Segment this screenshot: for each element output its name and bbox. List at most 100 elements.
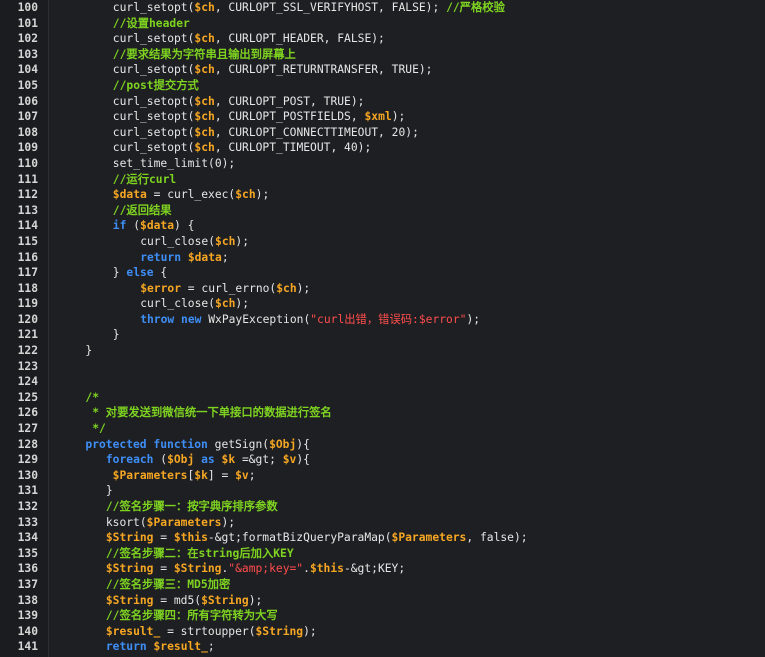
code-line[interactable]: 103 //要求结果为字符串且输出到屏幕上 — [0, 47, 765, 63]
code-token: } — [92, 484, 113, 498]
code-token: //签名步骤三：MD5加密 — [105, 577, 231, 591]
line-number: 124 — [17, 375, 38, 389]
code-line[interactable]: 105 //post提交方式 — [0, 78, 765, 94]
code-line[interactable]: 104 curl_setopt($ch, CURLOPT_RETURNTRANSF… — [0, 62, 765, 78]
code-line[interactable]: 100 curl_setopt($ch, CURLOPT_SSL_VERIFYHO… — [0, 0, 765, 16]
code-token: = strtoupper( — [160, 624, 256, 638]
code-line[interactable]: 110 set_time_limit(0); — [0, 156, 765, 172]
code-text: curl_close($ch); — [140, 296, 249, 312]
code-token: ); — [235, 234, 250, 248]
code-token: $String — [105, 593, 154, 607]
code-line[interactable]: 124 — [0, 374, 765, 390]
code-token: return — [140, 250, 181, 264]
code-line[interactable]: 140 $result_ = strtoupper($String); — [0, 624, 765, 640]
code-line[interactable]: 130 $Parameters[$k] = $v; — [0, 468, 765, 484]
code-line[interactable]: 120 throw new WxPayException("curl出错，错误码:… — [0, 312, 765, 328]
code-text: curl_setopt($ch, CURLOPT_TIMEOUT, 40); — [113, 140, 371, 156]
code-line[interactable]: 117} else { — [0, 265, 765, 281]
code-line[interactable]: 123 — [0, 359, 765, 375]
code-token: */ — [85, 422, 106, 436]
code-line[interactable]: 126 * 对要发送到微信统一下单接口的数据进行签名 — [0, 405, 765, 421]
code-text: curl_setopt($ch, CURLOPT_POST, TRUE); — [113, 94, 365, 110]
code-text: return $data; — [140, 250, 228, 266]
code-token: ); — [296, 281, 311, 295]
code-line[interactable]: 106 curl_setopt($ch, CURLOPT_POST, TRUE); — [0, 94, 765, 110]
code-area[interactable]: 100 curl_setopt($ch, CURLOPT_SSL_VERIFYHO… — [0, 0, 765, 655]
line-number: 125 — [17, 390, 38, 404]
code-token: $Parameters — [146, 515, 222, 529]
code-text: //设置header — [113, 16, 190, 32]
code-line[interactable]: 111 //运行curl — [0, 172, 765, 188]
code-line[interactable]: 128 protected function getSign($Obj){ — [0, 437, 765, 453]
code-token: $String — [105, 562, 154, 576]
line-number: 123 — [17, 359, 38, 373]
code-text: curl_close($ch); — [140, 234, 249, 250]
code-line[interactable]: 138 $String = md5($String); — [0, 593, 765, 609]
code-line[interactable]: 132 //签名步骤一：按字典序排序参数 — [0, 499, 765, 515]
code-line[interactable]: 135 //签名步骤二：在string后加入KEY — [0, 546, 765, 562]
code-line[interactable]: 134 $String = $this-&gt;formatBizQueryPa… — [0, 530, 765, 546]
code-line[interactable]: 101 //设置header — [0, 16, 765, 32]
code-text: $error = curl_errno($ch); — [140, 281, 310, 297]
line-number: 113 — [17, 203, 38, 217]
code-line[interactable]: 129 foreach ($Obj as $k =&gt; $v){ — [0, 452, 765, 468]
code-line[interactable]: 102 curl_setopt($ch, CURLOPT_HEADER, FALS… — [0, 31, 765, 47]
code-token: $ch — [194, 94, 215, 108]
code-line[interactable]: 107 curl_setopt($ch, CURLOPT_POSTFIELDS, … — [0, 109, 765, 125]
code-token: $ch — [194, 32, 215, 46]
code-line[interactable]: 108 curl_setopt($ch, CURLOPT_CONNECTTIMEO… — [0, 125, 765, 141]
code-token: ] = — [207, 468, 236, 482]
line-number: 110 — [17, 156, 38, 170]
code-line[interactable]: 127 */ — [0, 421, 765, 437]
line-number: 116 — [17, 250, 38, 264]
code-token: ; — [248, 468, 256, 482]
code-text: $data = curl_exec($ch); — [113, 187, 269, 203]
code-token: //要求结果为字符串且输出到屏幕上 — [112, 47, 296, 61]
code-line[interactable]: 125 /* — [0, 390, 765, 406]
code-line[interactable]: 113 //返回结果 — [0, 203, 765, 219]
code-line[interactable]: 121} — [0, 327, 765, 343]
code-text: throw new WxPayException("curl出错，错误码:$er… — [140, 312, 480, 328]
code-line[interactable]: 141 return $result_; — [0, 639, 765, 655]
code-token: * 对要发送到微信统一下单接口的数据进行签名 — [85, 406, 332, 420]
line-number: 100 — [17, 1, 38, 14]
code-line[interactable]: 136 $String = $String."&amp;key=".$this-… — [0, 561, 765, 577]
code-token: else — [126, 266, 154, 280]
code-line[interactable]: 118 $error = curl_errno($ch); — [0, 281, 765, 297]
code-line[interactable]: 115 curl_close($ch); — [0, 234, 765, 250]
code-token: $ch — [194, 63, 215, 77]
code-token: $data — [187, 250, 222, 264]
code-editor[interactable]: 100 curl_setopt($ch, CURLOPT_SSL_VERIFYHO… — [0, 0, 765, 657]
code-line[interactable]: 133 ksort($Parameters); — [0, 515, 765, 531]
code-text: curl_setopt($ch, CURLOPT_HEADER, FALSE); — [113, 31, 385, 47]
code-line[interactable]: 116 return $data; — [0, 250, 765, 266]
line-number: 127 — [17, 422, 38, 436]
line-number: 135 — [17, 546, 38, 560]
code-line[interactable]: 109 curl_setopt($ch, CURLOPT_TIMEOUT, 40)… — [0, 140, 765, 156]
code-line[interactable]: 122} — [0, 343, 765, 359]
code-token: "curl出错，错误码:$error" — [310, 312, 467, 326]
code-token: $result_ — [153, 640, 208, 654]
code-text: //签名步骤一：按字典序排序参数 — [92, 499, 278, 515]
code-line[interactable]: 137 //签名步骤三：MD5加密 — [0, 577, 765, 593]
code-token: curl_setopt( — [112, 125, 195, 139]
code-text: //签名步骤三：MD5加密 — [92, 577, 230, 593]
code-token: curl_setopt( — [112, 1, 195, 14]
code-token: curl_setopt( — [112, 32, 195, 46]
code-token: //签名步骤四：所有字符转为大写 — [105, 609, 278, 623]
code-line[interactable]: 139 //签名步骤四：所有字符转为大写 — [0, 608, 765, 624]
code-token: new — [181, 312, 202, 326]
code-line[interactable]: 112 $data = curl_exec($ch); — [0, 187, 765, 203]
code-token: $error — [140, 281, 181, 295]
code-line[interactable]: 114 if ($data) { — [0, 218, 765, 234]
code-token: $xml — [364, 110, 392, 124]
code-text: $String = $String."&amp;key=".$this-&gt;… — [92, 561, 405, 577]
code-token: $String — [255, 624, 304, 638]
code-token: ){ — [296, 437, 310, 451]
code-line[interactable]: 119 curl_close($ch); — [0, 296, 765, 312]
code-line[interactable]: 131 } — [0, 483, 765, 499]
